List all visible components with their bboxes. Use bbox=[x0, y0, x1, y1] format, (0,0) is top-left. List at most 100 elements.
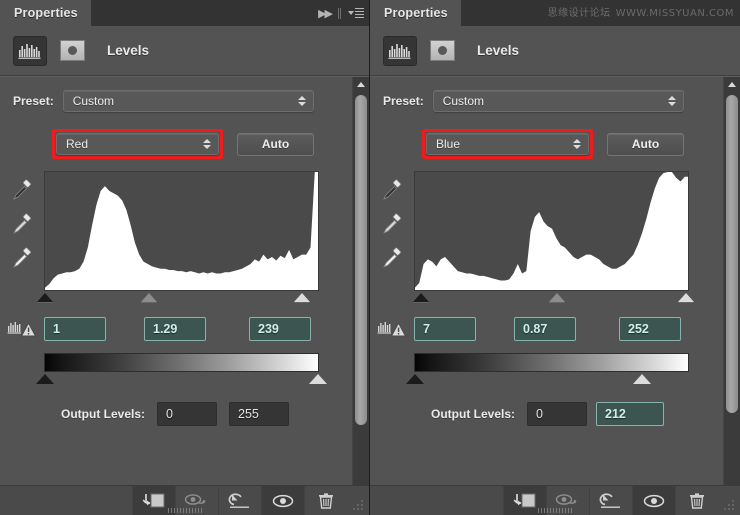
visibility-button[interactable] bbox=[632, 486, 675, 515]
input-midtone-value: 1.29 bbox=[153, 322, 178, 336]
output-black-field[interactable]: 0 bbox=[157, 402, 218, 426]
gray-point-eyedropper-icon[interactable] bbox=[11, 213, 33, 235]
resize-grip-icon[interactable] bbox=[347, 486, 369, 515]
channel-row-right: Blue Auto bbox=[370, 112, 740, 159]
output-black-thumb[interactable] bbox=[406, 374, 425, 384]
panel-drag-handle[interactable] bbox=[538, 508, 572, 513]
input-white-thumb[interactable] bbox=[293, 293, 310, 302]
expand-panels-icon[interactable]: ▶▶ bbox=[318, 7, 333, 20]
output-level-slider[interactable] bbox=[36, 374, 327, 390]
reset-button[interactable] bbox=[589, 486, 632, 515]
preset-label: Preset: bbox=[383, 94, 424, 108]
scroll-up-button[interactable] bbox=[353, 77, 369, 92]
input-black-thumb[interactable] bbox=[37, 293, 54, 302]
panel-body-left: Preset: Custom Red Auto 1 1.29 239 Outpu… bbox=[0, 76, 369, 515]
clipping-warning-glyph bbox=[7, 321, 37, 337]
panel-footer-left bbox=[0, 485, 369, 515]
spinner-icon[interactable] bbox=[203, 139, 211, 149]
mask-dot bbox=[437, 46, 447, 55]
preset-select[interactable]: Custom bbox=[62, 90, 314, 112]
histogram-and-sliders-right bbox=[413, 171, 694, 308]
white-point-eyedropper-icon[interactable] bbox=[11, 247, 33, 269]
output-gradient-bar bbox=[44, 353, 319, 372]
output-levels-row-left: Output Levels: 0 255 bbox=[0, 390, 369, 426]
eye-icon bbox=[643, 494, 665, 507]
input-highlight-field[interactable]: 239 bbox=[249, 317, 311, 341]
channel-select[interactable]: Red bbox=[56, 133, 219, 155]
tab-properties-left[interactable]: Properties bbox=[0, 0, 91, 26]
histogram-glyph bbox=[388, 43, 411, 59]
gradient-gutter-left bbox=[0, 353, 44, 390]
input-level-slider[interactable] bbox=[413, 292, 694, 308]
visibility-button[interactable] bbox=[261, 486, 304, 515]
layer-mask-icon[interactable] bbox=[55, 35, 89, 66]
channel-highlight-box: Red bbox=[52, 129, 223, 159]
black-point-eyedropper-icon[interactable] bbox=[11, 179, 33, 201]
histogram-icon[interactable] bbox=[383, 35, 417, 66]
clipping-warning-icon[interactable] bbox=[0, 319, 44, 339]
auto-button[interactable]: Auto bbox=[607, 132, 684, 156]
scroll-track[interactable] bbox=[353, 92, 369, 501]
scroll-thumb[interactable] bbox=[726, 95, 738, 413]
output-white-thumb[interactable] bbox=[308, 374, 327, 384]
spinner-icon[interactable] bbox=[573, 139, 581, 149]
output-white-field[interactable]: 255 bbox=[229, 402, 290, 426]
input-level-slider[interactable] bbox=[37, 292, 321, 308]
input-midtone-thumb[interactable] bbox=[140, 293, 157, 302]
panel-tab-controls-left: ▶▶ bbox=[318, 0, 364, 26]
panel-scrollbar-right[interactable] bbox=[723, 77, 740, 515]
scroll-up-button[interactable] bbox=[724, 77, 740, 92]
watermark: 思缘设计论坛 WWW.MISSYUAN.COM bbox=[548, 4, 734, 19]
clip-to-layer-icon bbox=[142, 493, 165, 507]
spinner-icon[interactable] bbox=[297, 96, 306, 106]
resize-grip-icon[interactable] bbox=[718, 486, 740, 515]
delete-button[interactable] bbox=[675, 486, 718, 515]
input-highlight-value: 239 bbox=[258, 322, 279, 336]
channel-select[interactable]: Blue bbox=[426, 133, 589, 155]
properties-panel-right: Properties 思缘设计论坛 WWW.MISSYUAN.COM Level… bbox=[370, 0, 740, 515]
output-level-slider[interactable] bbox=[406, 374, 691, 390]
output-white-field[interactable]: 212 bbox=[596, 402, 665, 426]
output-black-field[interactable]: 0 bbox=[527, 402, 588, 426]
output-levels-label: Output Levels: bbox=[61, 407, 146, 421]
preset-row-left: Preset: Custom bbox=[0, 77, 369, 112]
white-point-eyedropper-icon[interactable] bbox=[381, 247, 403, 269]
input-shadow-field[interactable]: 7 bbox=[414, 317, 476, 341]
eyedropper-column-left bbox=[0, 171, 44, 308]
scroll-track[interactable] bbox=[724, 92, 740, 501]
clip-to-layer-icon bbox=[513, 493, 536, 507]
input-black-thumb[interactable] bbox=[413, 293, 430, 302]
clipping-warning-icon[interactable] bbox=[370, 319, 414, 339]
histogram-icon[interactable] bbox=[13, 35, 47, 66]
chevron-down-icon bbox=[348, 11, 354, 15]
gray-point-eyedropper-icon[interactable] bbox=[381, 213, 403, 235]
histogram-block-right bbox=[370, 159, 740, 308]
tab-properties-right[interactable]: Properties bbox=[370, 0, 461, 26]
spinner-icon[interactable] bbox=[667, 96, 676, 106]
triangle-up-icon bbox=[728, 82, 736, 87]
delete-button[interactable] bbox=[304, 486, 347, 515]
preset-label: Preset: bbox=[13, 94, 54, 108]
reset-button[interactable] bbox=[218, 486, 261, 515]
black-point-eyedropper-icon[interactable] bbox=[381, 179, 403, 201]
input-shadow-field[interactable]: 1 bbox=[44, 317, 106, 341]
input-midtone-field[interactable]: 0.87 bbox=[514, 317, 576, 341]
triangle-up-icon bbox=[357, 82, 365, 87]
input-white-thumb[interactable] bbox=[677, 293, 694, 302]
panel-drag-handle[interactable] bbox=[167, 508, 202, 513]
preset-select[interactable]: Custom bbox=[432, 90, 684, 112]
input-midtone-thumb[interactable] bbox=[549, 293, 565, 302]
input-highlight-field[interactable]: 252 bbox=[619, 317, 681, 341]
output-black-thumb[interactable] bbox=[36, 374, 55, 384]
output-white-thumb[interactable] bbox=[633, 374, 652, 384]
panel-scrollbar-left[interactable] bbox=[352, 77, 369, 515]
reset-arrow-icon bbox=[228, 492, 249, 508]
histogram-plot-left bbox=[45, 172, 318, 290]
input-shadow-value: 7 bbox=[423, 322, 430, 336]
layer-mask-icon[interactable] bbox=[425, 35, 459, 66]
auto-button[interactable]: Auto bbox=[237, 132, 314, 156]
panel-menu-icon[interactable] bbox=[348, 7, 364, 19]
preset-row-right: Preset: Custom bbox=[370, 77, 740, 112]
input-midtone-field[interactable]: 1.29 bbox=[144, 317, 206, 341]
scroll-thumb[interactable] bbox=[355, 95, 367, 425]
